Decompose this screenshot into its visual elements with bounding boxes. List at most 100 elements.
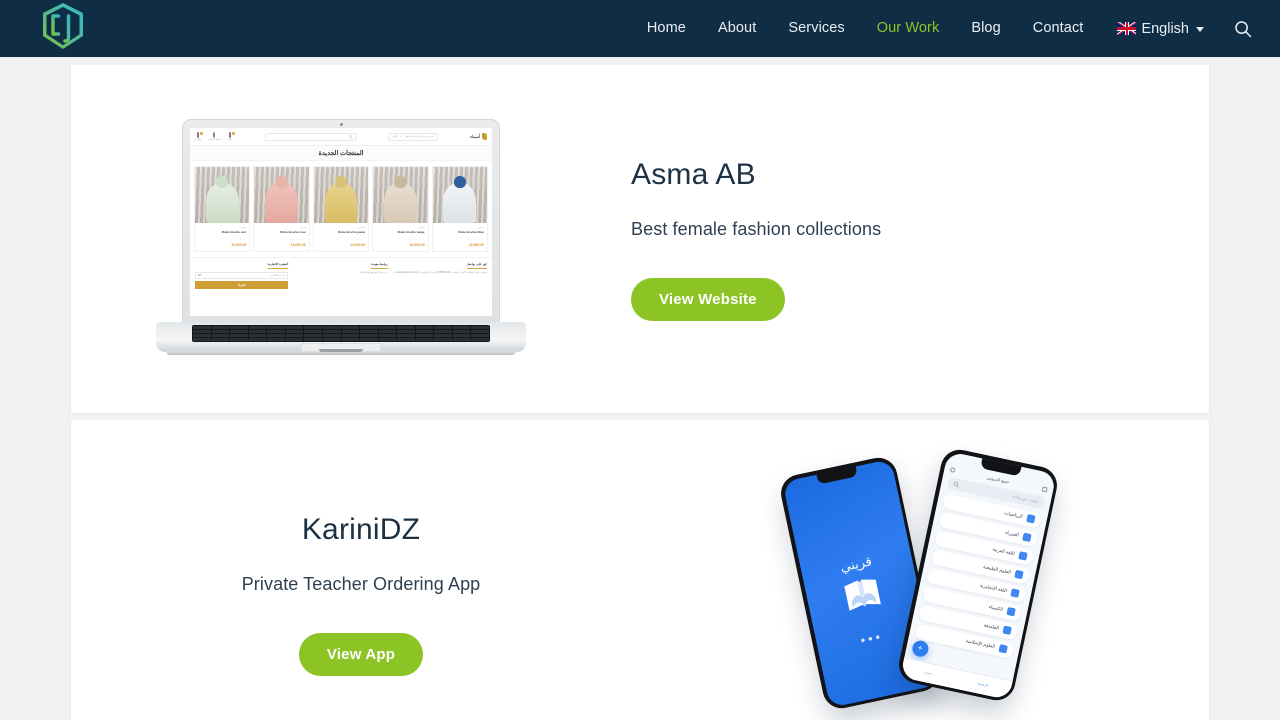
subject-label: الفلسفة	[983, 622, 1000, 631]
product-image	[254, 167, 309, 223]
app-floating-action-button[interactable]: +	[910, 638, 930, 658]
shop-footer-text: دوقي، عين الدفلى، الجزائر هاتف: 07988531…	[393, 270, 487, 274]
product-category: فساتين	[417, 226, 425, 229]
shop-footer-text: من نحن الشروط والأحكام	[359, 270, 388, 274]
shop-footer-col-links: روابط مفيدة من نحن الشروط والأحكام	[294, 262, 388, 316]
language-switcher[interactable]: English	[1099, 21, 1218, 37]
laptop-keyboard	[192, 325, 490, 342]
product-price: 10,000.00	[290, 242, 306, 247]
product-rating: ☆☆☆☆☆	[230, 236, 247, 241]
view-app-button[interactable]: View App	[298, 632, 424, 676]
laptop-mockup: أسماء ابحث عن طريق اسم المتجر ▾ الكل الس…	[156, 119, 526, 359]
shop-search-icon	[348, 134, 353, 139]
app-topbar-title: جميع الدروس	[986, 474, 1010, 484]
shop-product-grid: فساتين Robe broche Bleu ☆☆☆☆☆ 10,500.00	[190, 161, 492, 257]
shop-footer-col-contact: ابق على تواصل دوقي، عين الدفلى، الجزائر …	[394, 262, 487, 316]
product-card: فساتين Robe broche jaune ☆☆☆☆☆ 12,000.00	[312, 166, 370, 252]
product-price: 10,500.00	[468, 242, 484, 247]
book-logo-icon	[844, 579, 881, 611]
app-menu-icon[interactable]	[1041, 485, 1048, 492]
shop-wishlist-icon: قائمة الرغبات	[208, 131, 221, 141]
product-price: 10,500.00	[409, 242, 425, 247]
subject-icon	[1009, 588, 1020, 598]
shop-footer: ابق على تواصل دوقي، عين الدفلى، الجزائر …	[190, 256, 492, 316]
subject-label: الكيمياء	[988, 604, 1004, 612]
product-category: فساتين	[477, 226, 484, 229]
nav-item-home[interactable]: Home	[631, 0, 702, 57]
shop-section-title: المنتجات الجديدة	[190, 146, 492, 161]
shop-mail-icon	[198, 273, 201, 277]
project-title: Asma AB	[631, 157, 756, 191]
app-search-placeholder: ابحث عن مادة	[1012, 493, 1039, 504]
page-body: أسماء ابحث عن طريق اسم المتجر ▾ الكل الس…	[0, 57, 1280, 720]
laptop-screen: أسماء ابحث عن طريق اسم المتجر ▾ الكل الس…	[190, 128, 492, 316]
product-name: Robe broche rose	[280, 229, 306, 234]
shop-footer-col-newsletter: النشرة الإخبارية بريدك الالكتروني اشترك	[195, 262, 289, 316]
app-name-arabic: قريني	[838, 553, 874, 575]
nav-item-our-work[interactable]: Our Work	[861, 0, 956, 57]
product-card: فساتين Robe broche beige ☆☆☆☆☆ 10,500.00	[372, 166, 429, 252]
product-image	[432, 167, 487, 223]
subject-icon	[1017, 551, 1028, 561]
shop-icon-group: السلة قائمة الرغبات طلباتي	[195, 131, 235, 141]
site-header: Home About Services Our Work Blog Contac…	[0, 0, 1280, 57]
nav-item-about[interactable]: About	[702, 0, 772, 57]
subject-icon	[1013, 569, 1024, 580]
product-card: فساتين Robe broche rose ☆☆☆☆☆ 10,000.00	[253, 166, 310, 252]
phone-list-device: جميع الدروس ابحث عن مادة الرياضيات الفيز…	[895, 446, 1061, 704]
view-website-button[interactable]: View Website	[631, 277, 785, 321]
product-category: فساتين	[299, 226, 306, 229]
product-rating: ☆☆☆☆☆	[467, 236, 484, 241]
shop-subscribe-button: اشترك	[195, 280, 289, 289]
product-card: فساتين Robe broche vert ☆☆☆☆☆ 10,500.00	[193, 166, 251, 252]
product-rating: ☆☆☆☆☆	[408, 236, 425, 241]
shop-brand-icon	[482, 133, 487, 140]
shop-filter-chevron-icon: ▾	[400, 135, 402, 138]
laptop-camera-icon	[339, 123, 343, 126]
product-image	[313, 167, 369, 223]
product-name: Robe broche Bleu	[458, 229, 484, 234]
project-media-phones: قريني ••• جميع الدروس ابحث عن مادة الريا…	[669, 446, 1209, 720]
subject-label: العلوم الإسلامية	[965, 637, 996, 650]
product-rating: ☆☆☆☆☆	[348, 236, 366, 241]
app-tab-home[interactable]: الرئيسية	[977, 681, 989, 688]
app-notification-icon[interactable]	[949, 466, 956, 473]
subject-label: اللغة العربية	[991, 546, 1016, 557]
product-name: Robe broche beige	[397, 229, 425, 234]
shop-cart-icon: السلة	[228, 131, 235, 141]
project-subtitle: Private Teacher Ordering App	[241, 573, 481, 594]
product-price: 10,500.00	[231, 242, 247, 247]
nav-item-contact[interactable]: Contact	[1017, 0, 1100, 57]
product-rating: ☆☆☆☆☆	[289, 236, 306, 241]
project-text-karinidz: KariniDZ Private Teacher Ordering App Vi…	[71, 513, 669, 676]
nav-item-services[interactable]: Services	[772, 0, 860, 57]
app-tab-account[interactable]: حسابي	[924, 670, 934, 676]
shop-brand-label: أسماء	[470, 134, 480, 139]
app-search-icon	[953, 481, 959, 487]
shop-orders-icon: طلباتي	[195, 131, 204, 141]
project-card-karinidz: KariniDZ Private Teacher Ordering App Vi…	[71, 420, 1209, 720]
product-image	[373, 167, 428, 223]
subject-icon	[1021, 532, 1032, 542]
subject-label: العلوم الطبيعية	[982, 563, 1012, 575]
product-price: 12,000.00	[350, 242, 366, 247]
subject-icon	[1025, 513, 1036, 524]
subject-icon	[1005, 606, 1016, 617]
uk-flag-icon	[1117, 22, 1137, 35]
subject-label: الرياضيات	[1003, 510, 1024, 519]
project-media-laptop: أسماء ابحث عن طريق اسم المتجر ▾ الكل الس…	[71, 119, 611, 359]
subject-icon	[1001, 625, 1012, 635]
laptop-lid: أسماء ابحث عن طريق اسم المتجر ▾ الكل الس…	[182, 119, 500, 324]
product-image	[194, 167, 250, 223]
shop-website-preview: أسماء ابحث عن طريق اسم المتجر ▾ الكل الس…	[190, 128, 492, 316]
search-icon[interactable]	[1232, 18, 1254, 40]
nav-item-blog[interactable]: Blog	[955, 0, 1016, 57]
shop-footer-title: النشرة الإخبارية	[267, 262, 289, 269]
phone-list-screen: جميع الدروس ابحث عن مادة الرياضيات الفيز…	[899, 450, 1057, 700]
subject-label: اللغة الإنجليزية	[979, 582, 1008, 594]
site-logo[interactable]	[40, 2, 86, 50]
subject-label: الفيزياء	[1004, 529, 1020, 538]
shop-footer-title: روابط مفيدة	[371, 262, 388, 269]
main-navigation: Home About Services Our Work Blog Contac…	[631, 0, 1254, 57]
shop-brand: أسماء	[470, 133, 487, 140]
